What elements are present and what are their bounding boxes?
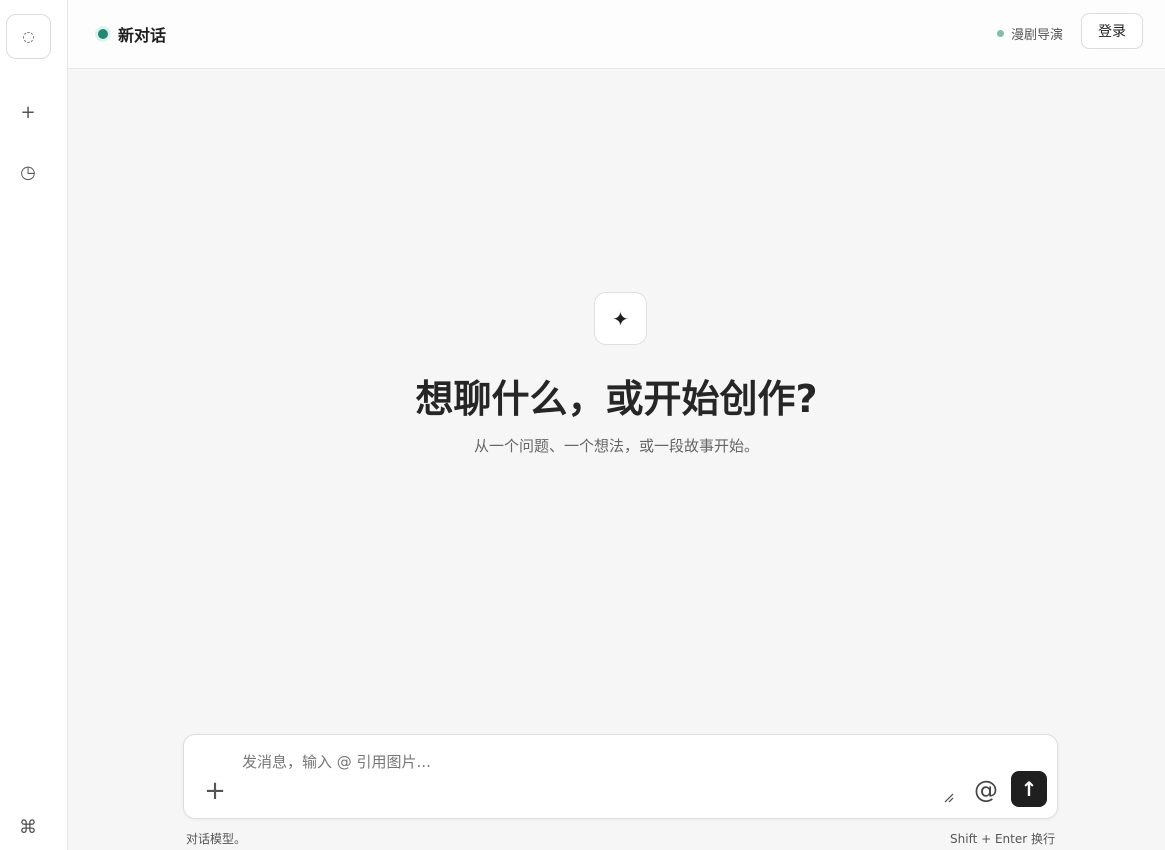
new-chat-glyph: + xyxy=(20,101,36,123)
arrow-up-icon: ↑ xyxy=(1020,777,1038,801)
top-bar: 新对话 漫剧导演 登录 xyxy=(68,0,1165,69)
attach-button[interactable]: + xyxy=(202,778,228,804)
status-dot-icon xyxy=(98,29,108,39)
sparkle-glyph: ✦ xyxy=(612,306,629,331)
mention-button[interactable]: @ xyxy=(971,775,1001,805)
message-input[interactable] xyxy=(242,753,922,771)
login-button[interactable]: 登录 xyxy=(1081,13,1143,49)
command-icon[interactable]: ⌘ xyxy=(14,813,42,841)
send-button[interactable]: ↑ xyxy=(1011,771,1047,807)
hero-subtitle: 从一个问题、一个想法，或一段故事开始。 xyxy=(473,437,759,455)
clock-icon[interactable]: ◷ xyxy=(14,158,42,186)
logo-glyph: ◌ xyxy=(22,28,35,45)
conversation-title: 新对话 xyxy=(98,22,166,46)
message-composer: + @ ↑ xyxy=(183,734,1058,819)
model-hint: 对话模型。 xyxy=(186,832,247,846)
sidebar: ◌ + ◷ ⌘ xyxy=(0,0,68,850)
mode-indicator[interactable]: 漫剧导演 xyxy=(996,24,1063,43)
plus-icon[interactable]: + xyxy=(14,98,42,126)
resize-handle-icon[interactable] xyxy=(944,793,954,803)
history-glyph: ◷ xyxy=(20,161,36,183)
hero-title: 想聊什么，或开始创作? xyxy=(415,377,818,421)
plus-icon: + xyxy=(204,776,226,806)
shortcut-hint: Shift + Enter 换行 xyxy=(950,832,1055,846)
mode-dot-icon xyxy=(996,30,1004,37)
at-icon: @ xyxy=(974,776,998,804)
page-title: 新对话 xyxy=(118,26,167,45)
sparkle-icon: ✦ xyxy=(594,292,647,345)
command-glyph: ⌘ xyxy=(19,816,37,838)
mode-label: 漫剧导演 xyxy=(1010,28,1063,43)
spinner-icon[interactable]: ◌ xyxy=(6,14,51,59)
